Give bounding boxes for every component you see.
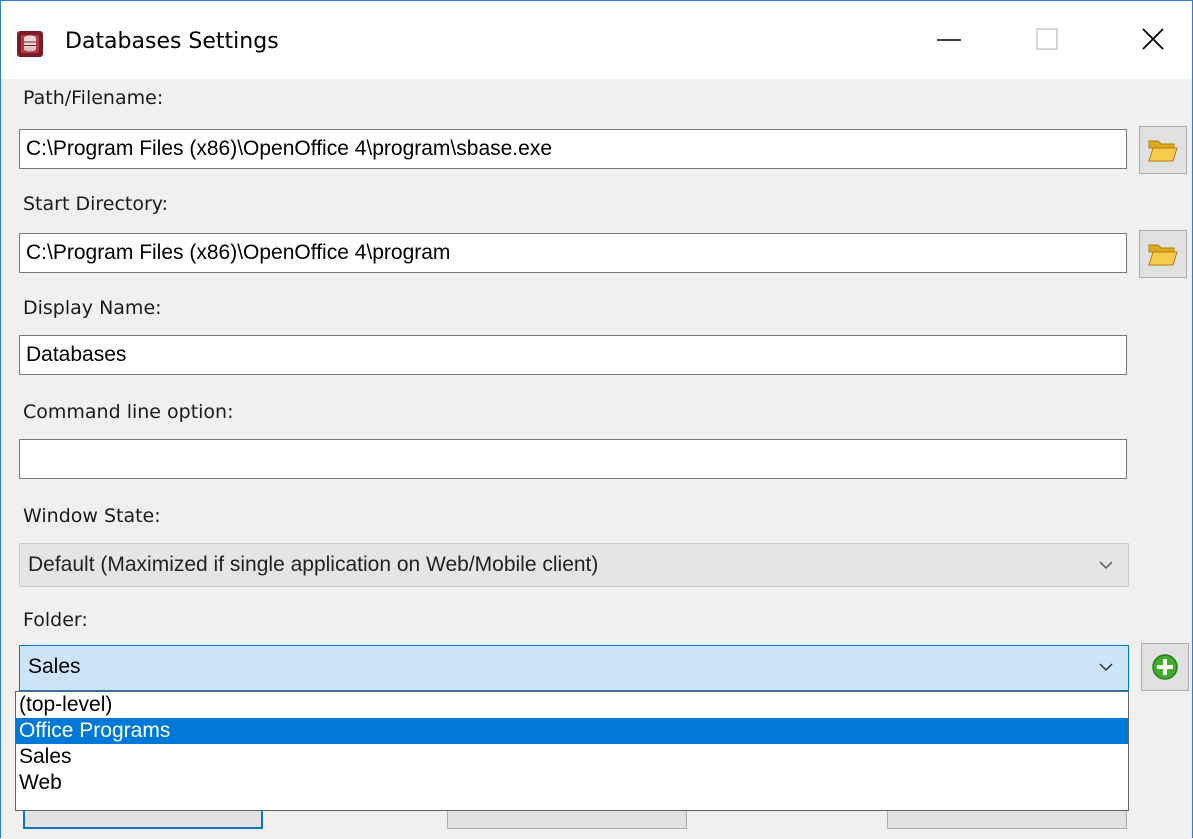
folder-option-top-level[interactable]: (top-level): [16, 692, 1128, 718]
title-bar: Databases Settings: [1, 1, 1192, 79]
browse-directory-button[interactable]: [1139, 230, 1187, 278]
folder-option-office-programs[interactable]: Office Programs: [16, 718, 1128, 744]
start-directory-label: Start Directory:: [23, 193, 169, 215]
window-state-label: Window State:: [23, 505, 161, 527]
start-directory-input[interactable]: C:\Program Files (x86)\OpenOffice 4\prog…: [19, 233, 1127, 273]
chevron-down-icon: [1099, 561, 1113, 570]
display-name-input[interactable]: Databases: [19, 335, 1127, 375]
window-state-select[interactable]: Default (Maximized if single application…: [19, 543, 1129, 587]
folder-select[interactable]: Sales: [19, 645, 1129, 691]
folder-option-web[interactable]: Web: [16, 770, 1128, 796]
plus-circle-icon: [1152, 654, 1178, 680]
folder-open-icon: [1148, 244, 1178, 266]
path-input[interactable]: C:\Program Files (x86)\OpenOffice 4\prog…: [19, 129, 1127, 169]
browse-path-button[interactable]: [1139, 126, 1187, 174]
folder-dropdown-list: (top-level) Office Programs Sales Web: [15, 691, 1129, 811]
command-line-input[interactable]: [19, 439, 1127, 479]
close-button[interactable]: [1123, 15, 1183, 65]
path-label: Path/Filename:: [23, 87, 164, 109]
folder-open-icon: [1148, 140, 1178, 162]
folder-option-sales[interactable]: Sales: [16, 744, 1128, 770]
folder-selected-value: Sales: [28, 655, 81, 678]
window-state-value: Default (Maximized if single application…: [28, 553, 599, 576]
minimize-icon: [937, 39, 961, 41]
maximize-icon: [1036, 28, 1058, 50]
databases-settings-window: Databases Settings Path/Filename: C:\Pro…: [0, 0, 1193, 838]
app-database-icon: [17, 31, 43, 57]
folder-label: Folder:: [23, 609, 88, 631]
window-title: Databases Settings: [65, 29, 279, 54]
minimize-button[interactable]: [919, 15, 979, 65]
maximize-button[interactable]: [1017, 15, 1077, 65]
chevron-down-icon: [1099, 663, 1113, 672]
display-name-label: Display Name:: [23, 297, 162, 319]
add-folder-button[interactable]: [1141, 643, 1189, 691]
close-icon: [1142, 28, 1164, 50]
command-line-label: Command line option:: [23, 401, 234, 423]
